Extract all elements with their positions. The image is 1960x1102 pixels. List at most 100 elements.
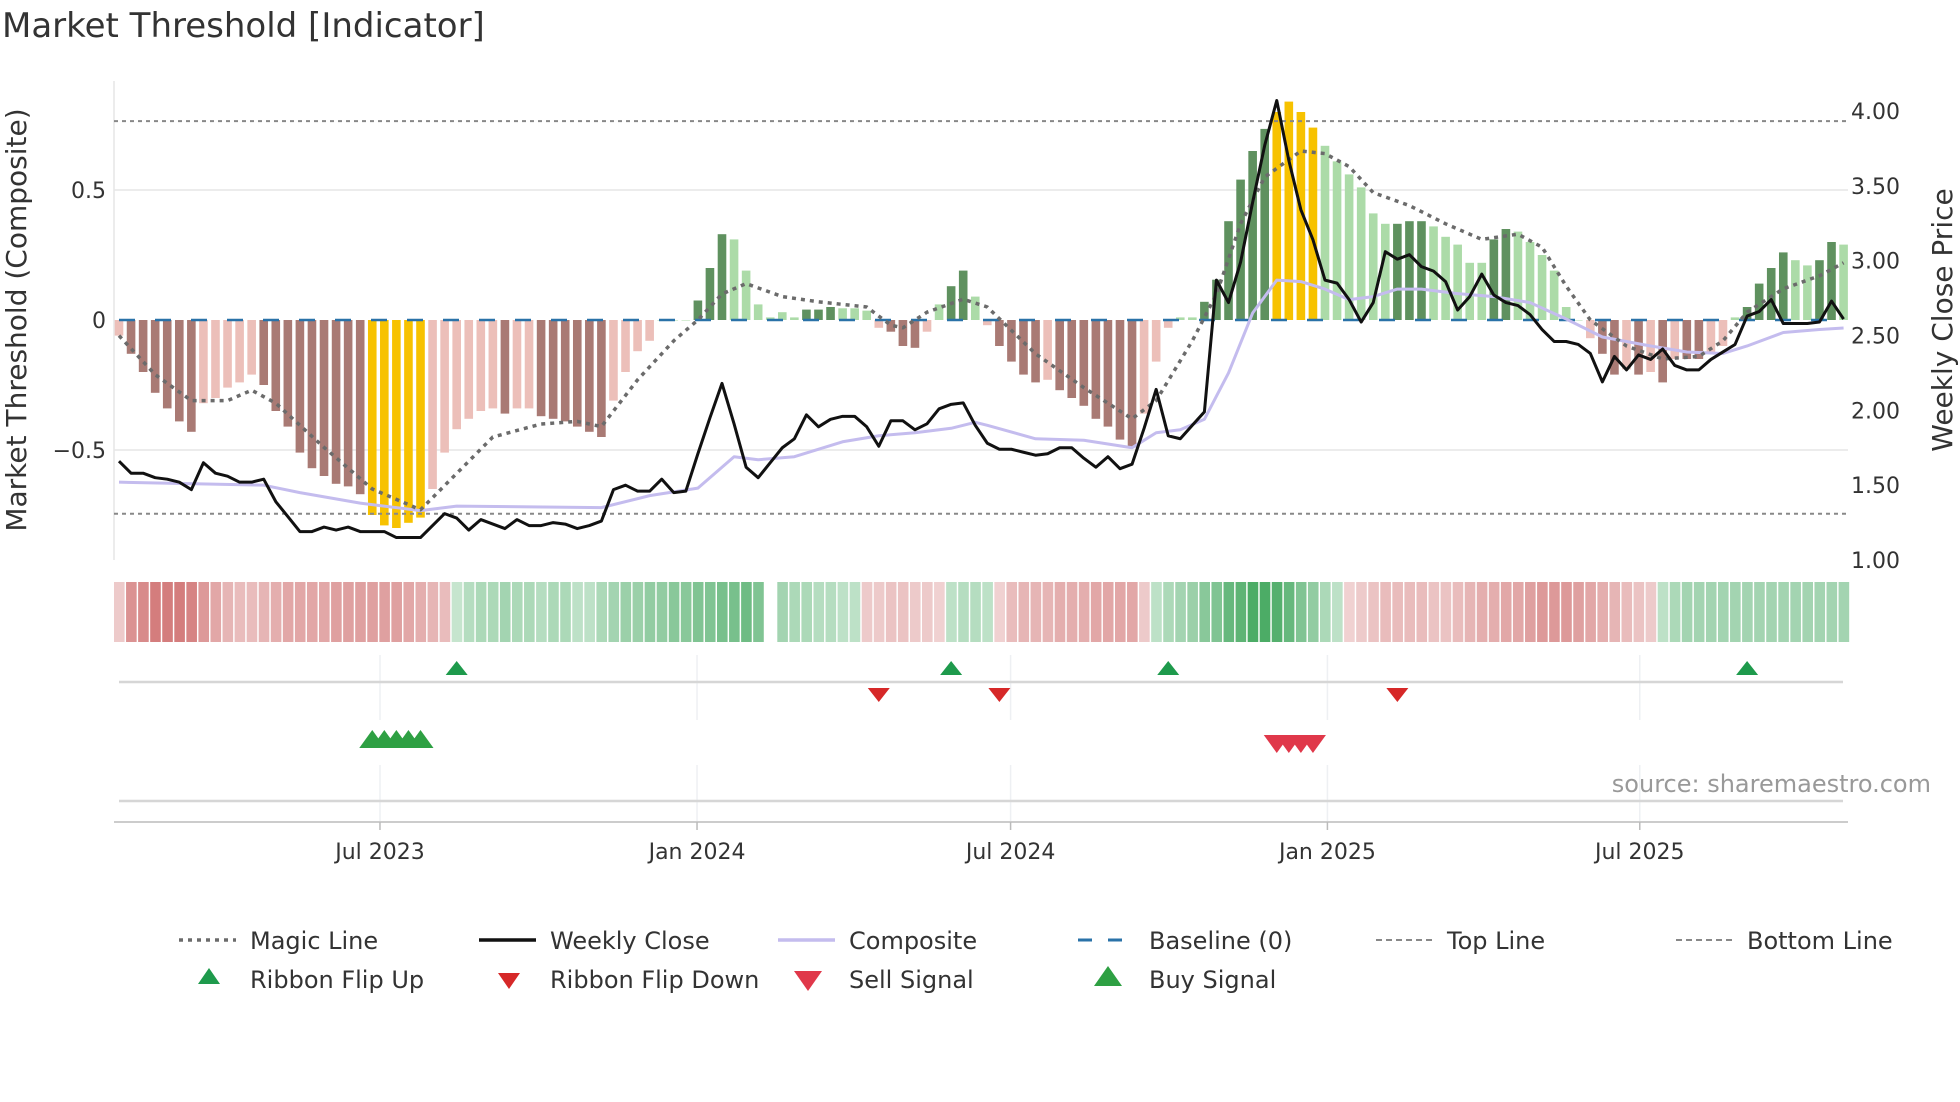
composite-bar <box>1091 320 1101 419</box>
ribbon-cell <box>548 582 559 642</box>
ribbon-cell <box>258 582 270 642</box>
composite-bar <box>898 320 908 346</box>
ribbon-cell <box>1151 582 1162 642</box>
ribbon-cell <box>1127 582 1138 642</box>
composite-bar <box>560 320 570 422</box>
ribbon-cell <box>1537 582 1548 642</box>
x-tick-label: Jul 2024 <box>964 840 1056 865</box>
composite-bar <box>1803 265 1812 320</box>
composite-bar <box>1019 320 1028 375</box>
ribbon-flip-down-marker <box>867 688 890 702</box>
legend-label: Weekly Close <box>550 927 710 955</box>
ribbon-cell <box>1717 582 1729 642</box>
ribbon-cell <box>126 582 137 642</box>
ribbon-cell <box>1295 582 1307 642</box>
legend-label: Composite <box>849 927 977 955</box>
composite-bar <box>1839 244 1848 320</box>
market-threshold-chart: Jul 2023 Jan 2024 Jul 2024 Jan 2025 Jul 2025… <box>0 81 1959 994</box>
ribbon-cell <box>1006 582 1018 642</box>
ribbon-cell <box>1512 582 1524 642</box>
ribbon-cell <box>1030 582 1042 642</box>
ribbon-flip-up-marker <box>940 661 963 675</box>
ribbon-cell <box>246 582 258 642</box>
legend-label: Ribbon Flip Down <box>550 966 759 994</box>
ribbon-cell <box>1320 582 1331 642</box>
composite-bar <box>548 320 558 419</box>
ribbon-cell <box>1814 582 1826 642</box>
ribbon-cell <box>849 582 861 642</box>
composite-bar <box>1007 320 1016 362</box>
ribbon-cell <box>1247 582 1259 642</box>
composite-bar <box>367 320 377 515</box>
composite-bar <box>585 320 594 432</box>
ribbon-cell <box>499 582 511 642</box>
ribbon-cell <box>294 582 306 642</box>
composite-bar <box>1079 320 1089 406</box>
composite-bar <box>717 234 727 320</box>
ribbon-cell <box>1199 582 1210 642</box>
composite-bar <box>1248 151 1257 320</box>
composite-bar <box>428 320 437 489</box>
composite-bar <box>126 320 136 354</box>
legend-label: Sell Signal <box>849 966 974 994</box>
ribbon-cell <box>1211 582 1223 642</box>
composite-bar <box>416 320 425 518</box>
ribbon-cell <box>524 582 535 642</box>
composite-bar <box>488 320 498 409</box>
composite-bar <box>259 320 269 385</box>
ribbon-cell <box>813 582 825 642</box>
ribbon-cell <box>270 582 282 642</box>
ribbon-cell <box>1693 582 1705 642</box>
composite-bar <box>729 239 739 320</box>
composite-bar <box>536 320 546 417</box>
composite-bar <box>1103 320 1113 427</box>
composite-bar <box>295 320 305 453</box>
ribbon-cell <box>1500 582 1512 642</box>
ribbon-cell <box>536 582 547 642</box>
ribbon-cell <box>560 582 571 642</box>
ribbon-cell <box>1271 582 1283 642</box>
composite-bar <box>404 320 413 523</box>
y-left-axis-title: Market Threshold (Composite) <box>0 108 33 531</box>
y-right-tick-label: 4.00 <box>1851 100 1900 125</box>
y-right-tick-label: 3.00 <box>1851 250 1900 275</box>
composite-bar <box>850 308 859 320</box>
ribbon-cell <box>415 582 427 642</box>
ribbon-cell <box>680 582 692 642</box>
y-right-tick-label: 1.50 <box>1851 474 1900 499</box>
ribbon-cell <box>1766 582 1777 642</box>
ribbon-cell <box>1778 582 1789 642</box>
legend-label: Top Line <box>1446 927 1545 955</box>
ribbon-cell <box>475 582 487 642</box>
composite-bar <box>464 320 474 419</box>
composite-bar <box>187 320 196 432</box>
composite-bar <box>343 320 353 487</box>
ribbon-cell <box>1440 582 1452 642</box>
composite-bar <box>247 320 256 375</box>
composite-bar <box>1224 221 1233 320</box>
ribbon-cell <box>355 582 366 642</box>
ribbon-cell <box>861 582 873 642</box>
composite-bar <box>1501 229 1511 320</box>
legend-buy-icon <box>1094 966 1122 986</box>
composite-bar <box>621 320 630 372</box>
composite-bar <box>753 304 763 320</box>
ribbon-cell <box>632 582 644 642</box>
composite-bar <box>1791 260 1800 320</box>
ribbon-cell <box>306 582 318 642</box>
ribbon-cell <box>427 582 439 642</box>
composite-bar <box>1730 317 1740 320</box>
legend-flip-up-icon <box>198 968 220 984</box>
y-right-tick-label: 2.00 <box>1851 399 1900 424</box>
ribbon-cell <box>668 582 680 642</box>
composite-bar <box>1284 101 1294 320</box>
ribbon-cell <box>1476 582 1488 642</box>
legend-sell-icon <box>794 971 822 991</box>
ribbon-cell <box>1826 582 1838 642</box>
ribbon-cell <box>1657 582 1669 642</box>
ribbon-cell <box>222 582 234 642</box>
composite-bar <box>1766 268 1776 320</box>
ribbon-cell <box>1392 582 1403 642</box>
ribbon-cell <box>463 582 475 642</box>
x-tick-label: Jul 2025 <box>1593 840 1685 865</box>
